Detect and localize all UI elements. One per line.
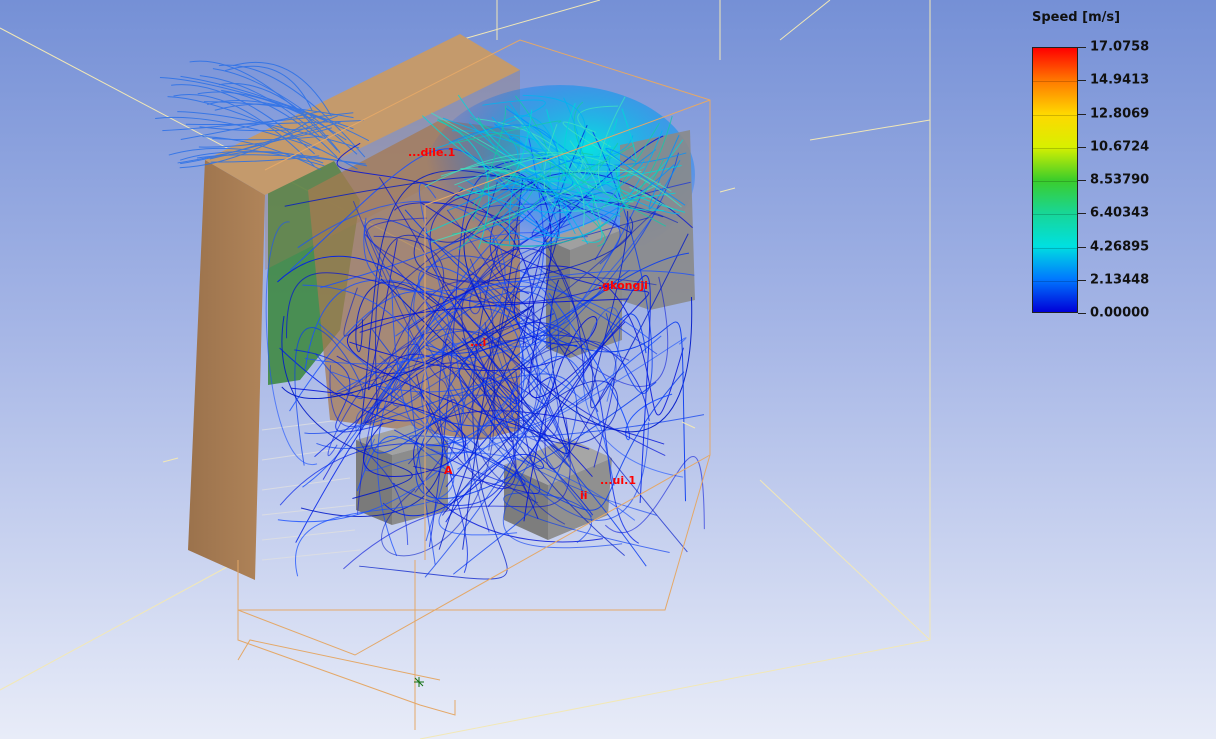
- legend-value: 12.8069: [1090, 106, 1150, 121]
- legend-divider: [1033, 81, 1077, 83]
- legend-title: Speed [m/s]: [1032, 10, 1121, 25]
- label-lower-left: A: [444, 464, 453, 477]
- legend-value: 14.9413: [1090, 72, 1150, 88]
- label-lower-right-2: ii: [580, 489, 588, 502]
- legend-divider: [1033, 214, 1077, 216]
- label-lower-right: ...ui.1: [600, 474, 636, 487]
- legend-divider: [1033, 114, 1077, 116]
- legend-value: 8.53790: [1090, 172, 1150, 188]
- legend-value: 0.00000: [1090, 305, 1150, 321]
- legend-divider: [1033, 181, 1077, 182]
- legend-tick: [1078, 279, 1086, 281]
- label-top: ...dile.1: [408, 146, 455, 159]
- speed-legend: Speed [m/s] 17.0758 14.9413 12.8069 10.6724…: [1026, 8, 1196, 328]
- fast-streamline: [490, 170, 642, 172]
- legend-divider: [1033, 147, 1077, 149]
- legend-value: 17.0758: [1090, 39, 1150, 55]
- label-mid: ...i: [470, 336, 486, 349]
- legend-tick: [1078, 80, 1086, 82]
- legend-value: 10.6724: [1090, 139, 1150, 155]
- legend-tick: [1078, 313, 1086, 314]
- legend-value: 2.13448: [1090, 272, 1150, 288]
- legend-value: 6.40343: [1090, 205, 1150, 221]
- legend-tick: [1078, 180, 1086, 181]
- legend-tick: [1078, 47, 1086, 48]
- legend-divider: [1033, 247, 1077, 249]
- label-kongji: .gkongji: [598, 279, 648, 292]
- legend-tick: [1078, 113, 1086, 115]
- legend-tick: [1078, 146, 1086, 148]
- legend-divider: [1033, 280, 1077, 282]
- legend-tick: [1078, 246, 1086, 248]
- 3d-viewport[interactable]: ...dile.1 .gkongji ...i A ...ui.1 ii Spe…: [0, 0, 1216, 739]
- legend-color-bar: [1032, 47, 1078, 313]
- legend-value: 4.26895: [1090, 239, 1150, 254]
- legend-tick: [1078, 213, 1086, 215]
